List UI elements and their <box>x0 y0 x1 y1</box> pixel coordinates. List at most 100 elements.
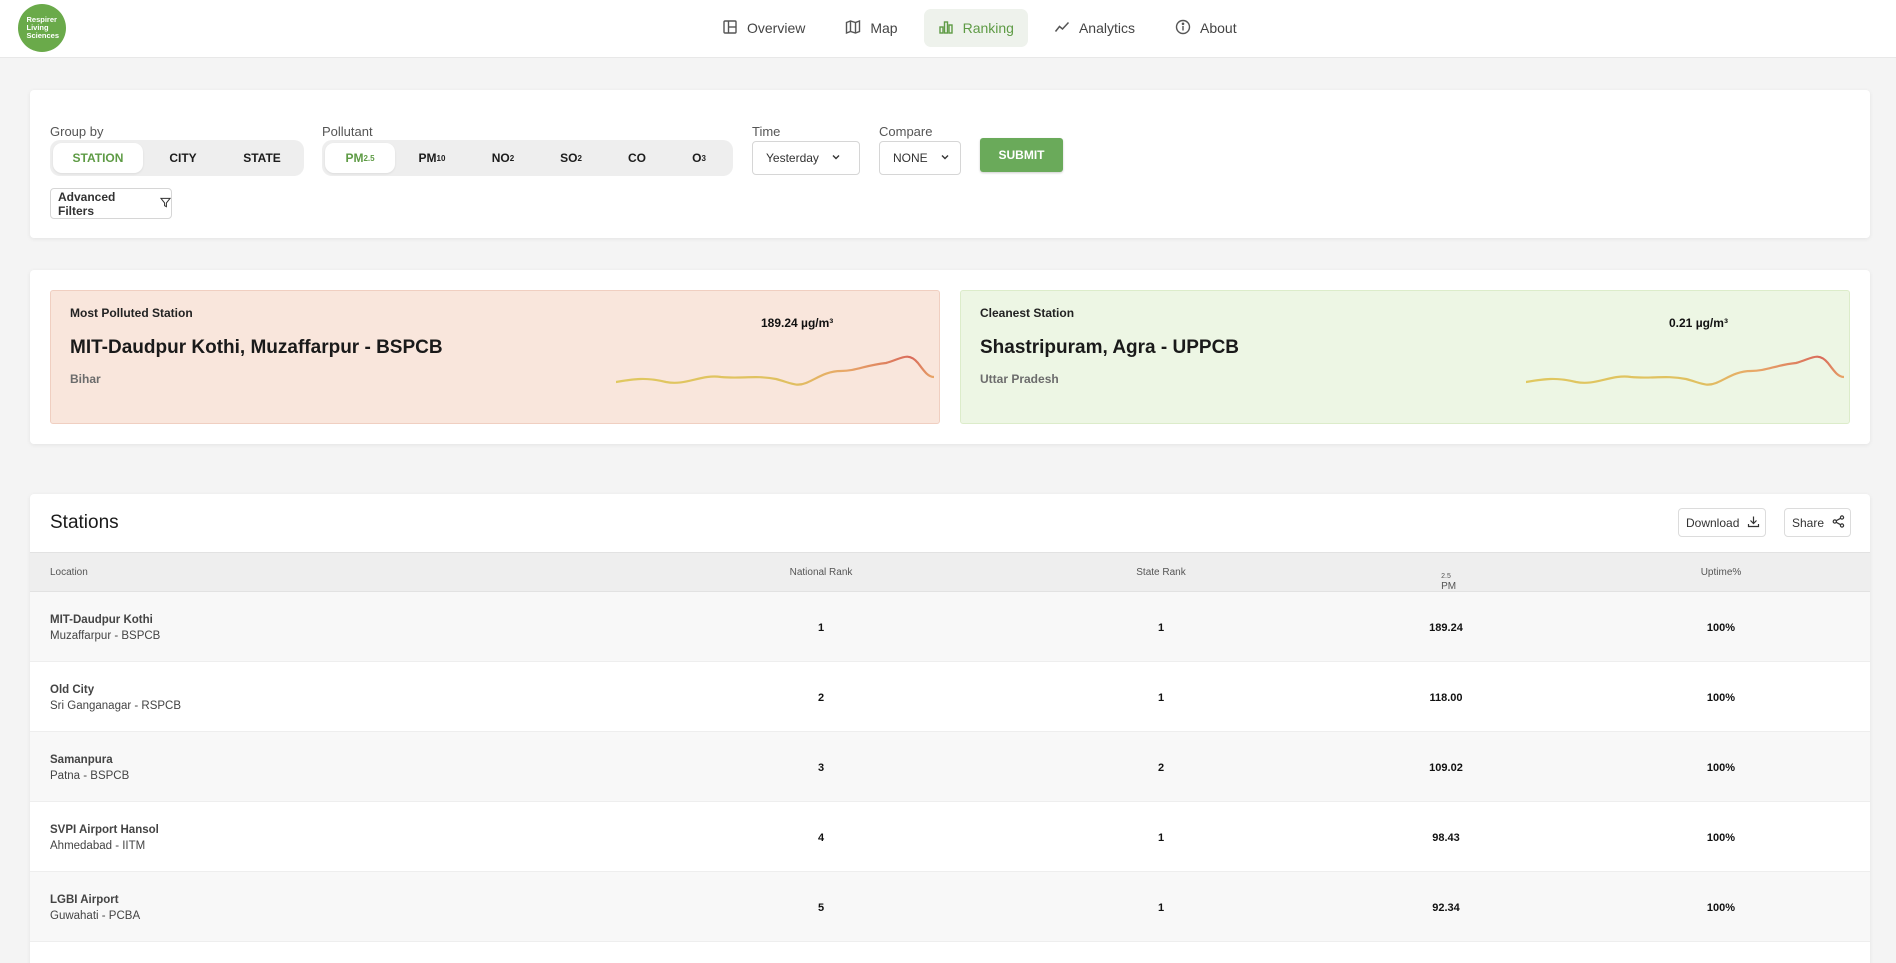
nav-label-ranking: Ranking <box>962 20 1014 36</box>
nav-label-map: Map <box>870 20 898 36</box>
pollutant-label: Pollutant <box>322 124 373 139</box>
pm25-value: 98.43 <box>1432 832 1460 844</box>
compare-select-value: NONE <box>893 151 928 165</box>
cleanest-station-name: Shastripuram, Agra - UPPCB <box>980 337 1240 358</box>
table-header: Location National Rank State Rank PM 2.5 … <box>30 552 1870 592</box>
cleanest-sparkline <box>1526 355 1844 386</box>
nav-item-overview[interactable]: Overview <box>708 9 819 47</box>
pollutant-no2[interactable]: NO 2 <box>469 143 537 173</box>
pollutant-segmented-control: PM 2.5 PM 10 NO 2 SO 2 CO O3 <box>322 140 733 176</box>
station-name: SVPI Airport Hansol <box>50 824 159 836</box>
pollutant-o3[interactable]: O3 <box>669 143 729 173</box>
pm25-value: 109.02 <box>1429 762 1463 774</box>
nav-label-overview: Overview <box>747 20 806 36</box>
table-row[interactable]: LGBI Airport Guwahati - PCBA 5 1 92.34 1… <box>30 872 1870 942</box>
station-city: Ahmedabad - IITM <box>50 840 146 852</box>
col-state-rank: State Rank <box>1136 567 1186 578</box>
brand-logo[interactable]: Respirer Living Sciences <box>18 4 66 52</box>
most-polluted-station-name: MIT-Daudpur Kothi, Muzaffarpur - BSPCB <box>70 337 443 358</box>
pollutant-no2-base: NO <box>491 151 510 165</box>
nav-item-map[interactable]: Map <box>831 9 911 47</box>
most-polluted-card[interactable]: Most Polluted Station MIT-Daudpur Kothi,… <box>50 290 940 424</box>
uptime: 100% <box>1706 832 1736 844</box>
group-by-city[interactable]: CITY <box>143 143 223 173</box>
station-name: Samanpura <box>50 754 113 766</box>
col-pm25-sub: 2.5 <box>1441 573 1451 580</box>
advanced-filters-button[interactable]: Advanced Filters <box>50 188 172 219</box>
time-select[interactable]: Yesterday <box>752 141 860 175</box>
download-button[interactable]: Download <box>1678 508 1766 537</box>
cleanest-card[interactable]: Cleanest Station Shastripuram, Agra - UP… <box>960 290 1850 424</box>
most-polluted-state: Bihar <box>70 372 101 386</box>
table-row[interactable]: Samanpura Patna - BSPCB 3 2 109.02 100% <box>30 732 1870 802</box>
national-rank: 3 <box>817 762 825 774</box>
national-rank: 2 <box>817 692 825 704</box>
nav-item-about[interactable]: About <box>1161 9 1251 47</box>
uptime: 100% <box>1706 902 1736 914</box>
compare-label: Compare <box>879 124 933 139</box>
time-label: Time <box>752 124 781 139</box>
nav-item-analytics[interactable]: Analytics <box>1040 9 1149 47</box>
download-icon <box>1747 515 1760 531</box>
pollutant-pm10-base: PM <box>418 151 437 165</box>
pollutant-so2[interactable]: SO 2 <box>537 143 605 173</box>
trend-line-icon <box>1054 19 1070 38</box>
cleanest-state: Uttar Pradesh <box>980 372 1059 386</box>
bar-chart-icon <box>938 19 954 38</box>
table-row[interactable]: Old City Sri Ganganagar - RSPCB 2 1 118.… <box>30 662 1870 732</box>
pollutant-pm25-base: PM <box>345 151 364 165</box>
pm25-value: 92.34 <box>1432 902 1460 914</box>
top-navigation-bar: Respirer Living Sciences Overview Map Ra… <box>0 0 1896 58</box>
nav-label-about: About <box>1200 20 1237 36</box>
highlights-panel: Most Polluted Station MIT-Daudpur Kothi,… <box>30 270 1870 444</box>
pm25-value: 189.24 <box>1429 622 1463 634</box>
state-rank: 2 <box>1157 762 1165 774</box>
pm25-value: 118.00 <box>1429 692 1463 704</box>
state-rank: 1 <box>1157 902 1165 914</box>
pollutant-co-base: CO <box>628 151 646 165</box>
group-by-station[interactable]: STATION <box>53 143 143 173</box>
share-label: Share <box>1792 515 1825 530</box>
table-row[interactable]: SVPI Airport Hansol Ahmedabad - IITM 4 1… <box>30 802 1870 872</box>
pollutant-co[interactable]: CO <box>605 143 669 173</box>
pollutant-pm10[interactable]: PM 10 <box>395 143 469 173</box>
pollutant-o3-sub: 3 <box>701 153 706 163</box>
nav-item-ranking[interactable]: Ranking <box>923 9 1028 47</box>
col-pm25-base: PM <box>1441 581 1457 592</box>
pollutant-so2-base: SO <box>560 151 578 165</box>
col-pm25: PM 2.5 <box>1441 567 1456 592</box>
filters-panel: Group by STATION CITY STATE Pollutant PM… <box>30 90 1870 238</box>
station-city: Patna - BSPCB <box>50 770 130 782</box>
uptime: 100% <box>1706 762 1736 774</box>
state-rank: 1 <box>1157 832 1165 844</box>
national-rank: 1 <box>817 622 825 634</box>
stations-title: Stations <box>50 512 119 533</box>
pollutant-so2-sub: 2 <box>577 153 582 163</box>
layout-icon <box>722 19 738 38</box>
state-rank: 1 <box>1157 692 1165 704</box>
pollutant-pm25[interactable]: PM 2.5 <box>325 143 395 173</box>
group-by-segmented-control: STATION CITY STATE <box>50 140 304 176</box>
cleanest-label: Cleanest Station <box>980 306 1075 320</box>
submit-button[interactable]: SUBMIT <box>980 138 1063 172</box>
table-row[interactable]: MIT-Daudpur Kothi Muzaffarpur - BSPCB 1 … <box>30 592 1870 662</box>
map-icon <box>845 19 861 38</box>
most-polluted-label: Most Polluted Station <box>70 306 193 320</box>
share-icon <box>1832 514 1845 531</box>
state-rank: 1 <box>1157 622 1165 634</box>
station-name: MIT-Daudpur Kothi <box>50 614 153 626</box>
filter-icon <box>159 197 172 211</box>
uptime: 100% <box>1706 622 1736 634</box>
station-name: Old City <box>50 684 95 696</box>
group-by-label: Group by <box>50 124 104 139</box>
nav-label-analytics: Analytics <box>1078 20 1135 36</box>
share-button[interactable]: Share <box>1784 508 1851 537</box>
station-city: Muzaffarpur - BSPCB <box>50 630 161 642</box>
station-city: Sri Ganganagar - RSPCB <box>50 700 182 712</box>
compare-select[interactable]: NONE <box>879 141 961 175</box>
col-uptime: Uptime% <box>1700 567 1742 578</box>
col-national-rank: National Rank <box>789 567 853 578</box>
time-select-value: Yesterday <box>766 151 819 165</box>
national-rank: 5 <box>817 902 825 914</box>
group-by-state[interactable]: STATE <box>223 143 301 173</box>
